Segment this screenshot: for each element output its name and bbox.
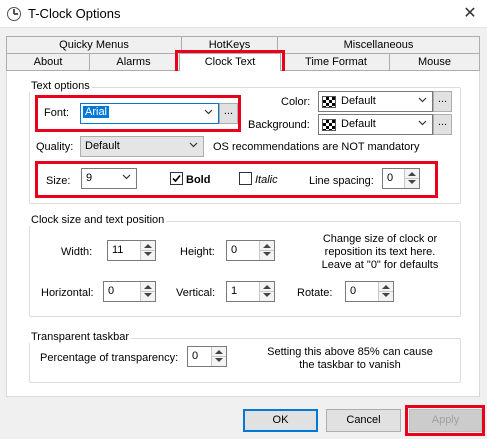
transparent-label: Transparent taskbar bbox=[29, 331, 132, 343]
bold-label: Bold bbox=[186, 174, 211, 186]
vertical-value: 1 bbox=[231, 285, 238, 297]
background-browse-button[interactable]: ... bbox=[433, 114, 452, 135]
color-select[interactable]: Default bbox=[318, 91, 433, 112]
ok-button[interactable]: OK bbox=[243, 409, 318, 432]
spin-up-icon[interactable] bbox=[144, 285, 152, 289]
height-spinner[interactable]: 0 bbox=[226, 240, 275, 261]
spinner-buttons[interactable] bbox=[259, 241, 274, 260]
chevron-down-icon bbox=[189, 142, 198, 148]
highlight-apply bbox=[405, 405, 485, 436]
transparency-spinner[interactable]: 0 bbox=[187, 346, 227, 367]
spinner-buttons[interactable] bbox=[211, 347, 226, 366]
color-browse-button[interactable]: ... bbox=[433, 91, 452, 112]
tab-quicky-menus[interactable]: Quicky Menus bbox=[6, 36, 182, 53]
chevron-down-icon bbox=[122, 174, 131, 180]
background-value: Default bbox=[341, 118, 376, 130]
tab-clock-text[interactable]: Clock Text bbox=[179, 53, 281, 71]
size-label: Size: bbox=[46, 175, 71, 187]
spin-up-icon[interactable] bbox=[382, 285, 390, 289]
width-label: Width: bbox=[61, 246, 93, 258]
note-line: Change size of clock or bbox=[322, 233, 438, 245]
width-spinner[interactable]: 11 bbox=[107, 240, 156, 261]
height-value: 0 bbox=[231, 244, 238, 256]
quality-value: Default bbox=[85, 140, 120, 152]
horizontal-value: 0 bbox=[108, 285, 115, 297]
spinner-buttons[interactable] bbox=[259, 282, 274, 301]
spin-down-icon[interactable] bbox=[263, 252, 271, 256]
quality-select[interactable]: Default bbox=[80, 136, 204, 157]
horizontal-label: Horizontal: bbox=[41, 287, 94, 299]
transparency-value: 0 bbox=[192, 350, 199, 362]
color-value: Default bbox=[341, 95, 376, 107]
quality-label: Quality: bbox=[36, 141, 74, 153]
rotate-value: 0 bbox=[350, 285, 357, 297]
transparency-label: Percentage of transparency: bbox=[40, 352, 179, 364]
line-spacing-value: 0 bbox=[387, 172, 394, 184]
cancel-button[interactable]: Cancel bbox=[326, 409, 401, 432]
italic-checkbox[interactable] bbox=[239, 172, 252, 185]
background-label: Background: bbox=[248, 119, 310, 131]
width-value: 11 bbox=[112, 244, 124, 256]
spin-down-icon[interactable] bbox=[215, 358, 223, 362]
color-swatch bbox=[322, 96, 336, 108]
size-value: 9 bbox=[86, 172, 93, 184]
vertical-label: Vertical: bbox=[176, 287, 216, 299]
note-line: reposition its text here. bbox=[324, 246, 436, 258]
clock-icon bbox=[7, 7, 21, 21]
horizontal-spinner[interactable]: 0 bbox=[103, 281, 156, 302]
spin-up-icon[interactable] bbox=[263, 285, 271, 289]
font-label: Font: bbox=[44, 107, 70, 119]
spinner-buttons[interactable] bbox=[140, 241, 155, 260]
vertical-spinner[interactable]: 1 bbox=[226, 281, 275, 302]
spin-down-icon[interactable] bbox=[144, 252, 152, 256]
window-title: T-Clock Options bbox=[28, 6, 121, 21]
size-select[interactable]: 9 bbox=[81, 168, 137, 189]
spin-up-icon[interactable] bbox=[144, 244, 152, 248]
spin-down-icon[interactable] bbox=[382, 293, 390, 297]
spinner-buttons[interactable] bbox=[140, 282, 155, 301]
font-value: Arial bbox=[81, 105, 111, 119]
checkmark-icon bbox=[172, 174, 181, 183]
note-line: the taskbar to vanish bbox=[299, 359, 401, 371]
chevron-down-icon bbox=[204, 109, 213, 115]
bold-checkbox[interactable] bbox=[170, 172, 183, 185]
spin-up-icon[interactable] bbox=[408, 172, 416, 176]
transparency-note: Setting this above 85% can cause the tas… bbox=[255, 346, 445, 372]
spin-up-icon[interactable] bbox=[263, 244, 271, 248]
font-select[interactable]: Arial bbox=[80, 103, 219, 124]
quality-note: OS recommendations are NOT mandatory bbox=[213, 141, 420, 153]
line-spacing-spinner[interactable]: 0 bbox=[382, 168, 420, 189]
font-browse-button[interactable]: ... bbox=[219, 103, 238, 124]
chevron-down-icon bbox=[418, 120, 427, 126]
height-label: Height: bbox=[180, 246, 215, 258]
tab-time-format[interactable]: Time Format bbox=[282, 53, 390, 70]
spinner-buttons[interactable] bbox=[378, 282, 393, 301]
close-icon[interactable]: ✕ bbox=[455, 2, 485, 26]
rotate-spinner[interactable]: 0 bbox=[345, 281, 394, 302]
italic-label: Italic bbox=[255, 174, 278, 186]
spin-up-icon[interactable] bbox=[215, 350, 223, 354]
note-line: Leave at "0" for defaults bbox=[321, 259, 439, 271]
rotate-label: Rotate: bbox=[297, 287, 333, 299]
spin-down-icon[interactable] bbox=[144, 293, 152, 297]
tab-miscellaneous[interactable]: Miscellaneous bbox=[277, 36, 480, 53]
line-spacing-label: Line spacing: bbox=[309, 175, 374, 187]
spin-down-icon[interactable] bbox=[263, 293, 271, 297]
background-select[interactable]: Default bbox=[318, 114, 433, 135]
tab-mouse[interactable]: Mouse bbox=[389, 53, 480, 70]
color-label: Color: bbox=[281, 96, 311, 108]
note-line: Setting this above 85% can cause bbox=[267, 346, 433, 358]
tab-alarms[interactable]: Alarms bbox=[89, 53, 178, 70]
background-swatch bbox=[322, 119, 336, 131]
spinner-buttons[interactable] bbox=[404, 169, 419, 188]
clock-size-note: Change size of clock or reposition its t… bbox=[300, 233, 460, 272]
clock-size-label: Clock size and text position bbox=[29, 214, 167, 226]
tab-about[interactable]: About bbox=[6, 53, 90, 70]
spin-down-icon[interactable] bbox=[408, 180, 416, 184]
text-options-label: Text options bbox=[29, 80, 92, 92]
chevron-down-icon bbox=[418, 97, 427, 103]
